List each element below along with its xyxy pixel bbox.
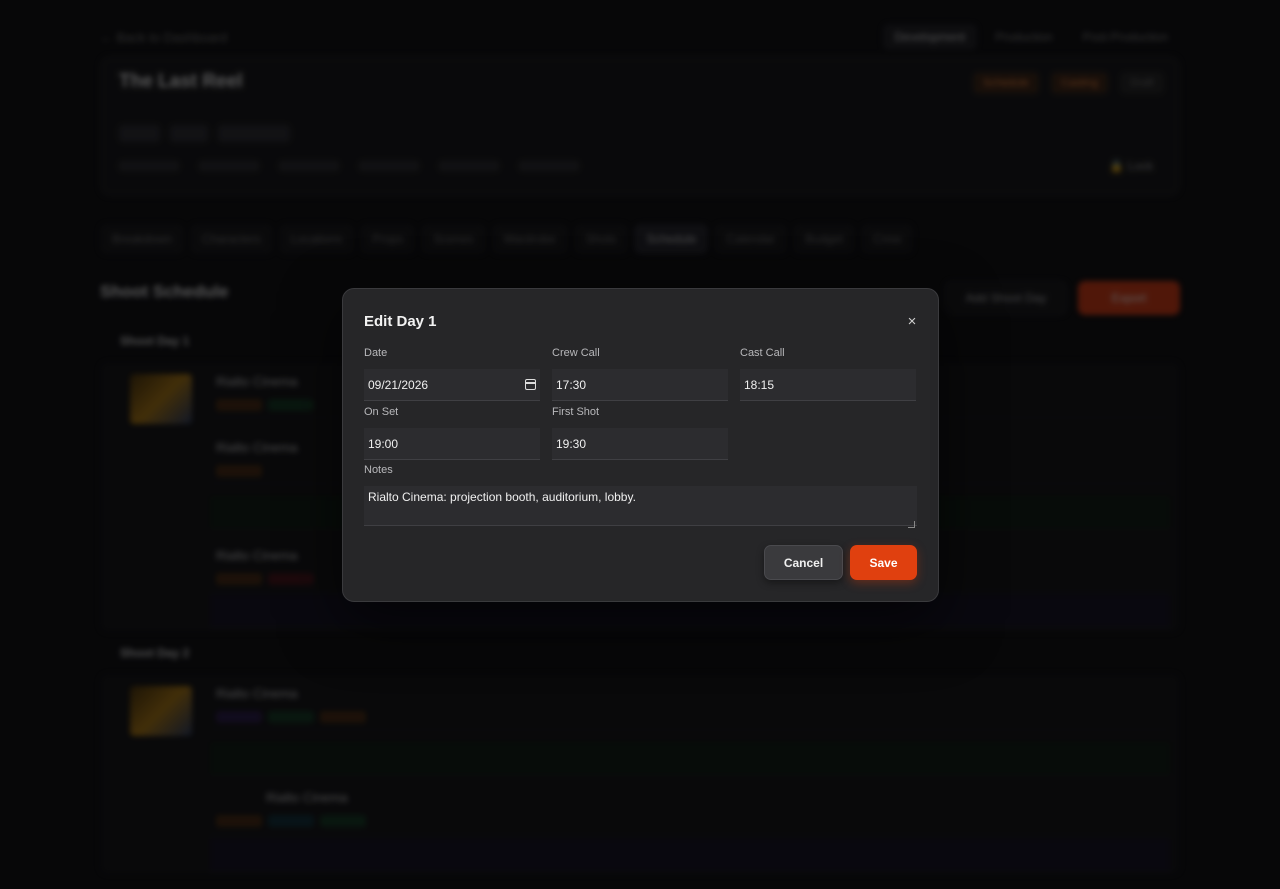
modal-title: Edit Day 1 [364, 313, 437, 330]
notes-label: Notes [364, 464, 393, 476]
edit-day-modal: Edit Day 1 × Date 09/21/2026 Crew Call C… [342, 288, 939, 602]
on-set-field: On Set [364, 406, 540, 460]
on-set-label: On Set [364, 406, 399, 418]
date-label: Date [364, 347, 388, 359]
notes-wrapper: Rialto Cinema: projection booth, auditor… [364, 486, 917, 531]
calendar-icon[interactable] [525, 379, 536, 390]
close-button[interactable]: × [903, 313, 921, 331]
date-input[interactable]: 09/21/2026 [364, 369, 540, 401]
cancel-button[interactable]: Cancel [764, 545, 843, 580]
cast-call-input[interactable] [740, 369, 916, 401]
cast-call-label: Cast Call [740, 347, 785, 359]
first-shot-field: First Shot [552, 406, 728, 460]
notes-field: Notes Rialto Cinema: projection booth, a… [364, 464, 917, 531]
crew-call-label: Crew Call [552, 347, 600, 359]
first-shot-label: First Shot [552, 406, 600, 418]
save-button[interactable]: Save [850, 545, 917, 580]
resize-handle-icon[interactable] [908, 521, 915, 528]
notes-textarea[interactable]: Rialto Cinema: projection booth, auditor… [364, 486, 917, 526]
close-icon: × [907, 313, 917, 330]
cast-call-field: Cast Call [740, 347, 916, 401]
crew-call-input[interactable] [552, 369, 728, 401]
crew-call-field: Crew Call [552, 347, 728, 401]
date-value: 09/21/2026 [368, 377, 429, 392]
first-shot-input[interactable] [552, 428, 728, 460]
on-set-input[interactable] [364, 428, 540, 460]
date-field: Date 09/21/2026 [364, 347, 540, 401]
